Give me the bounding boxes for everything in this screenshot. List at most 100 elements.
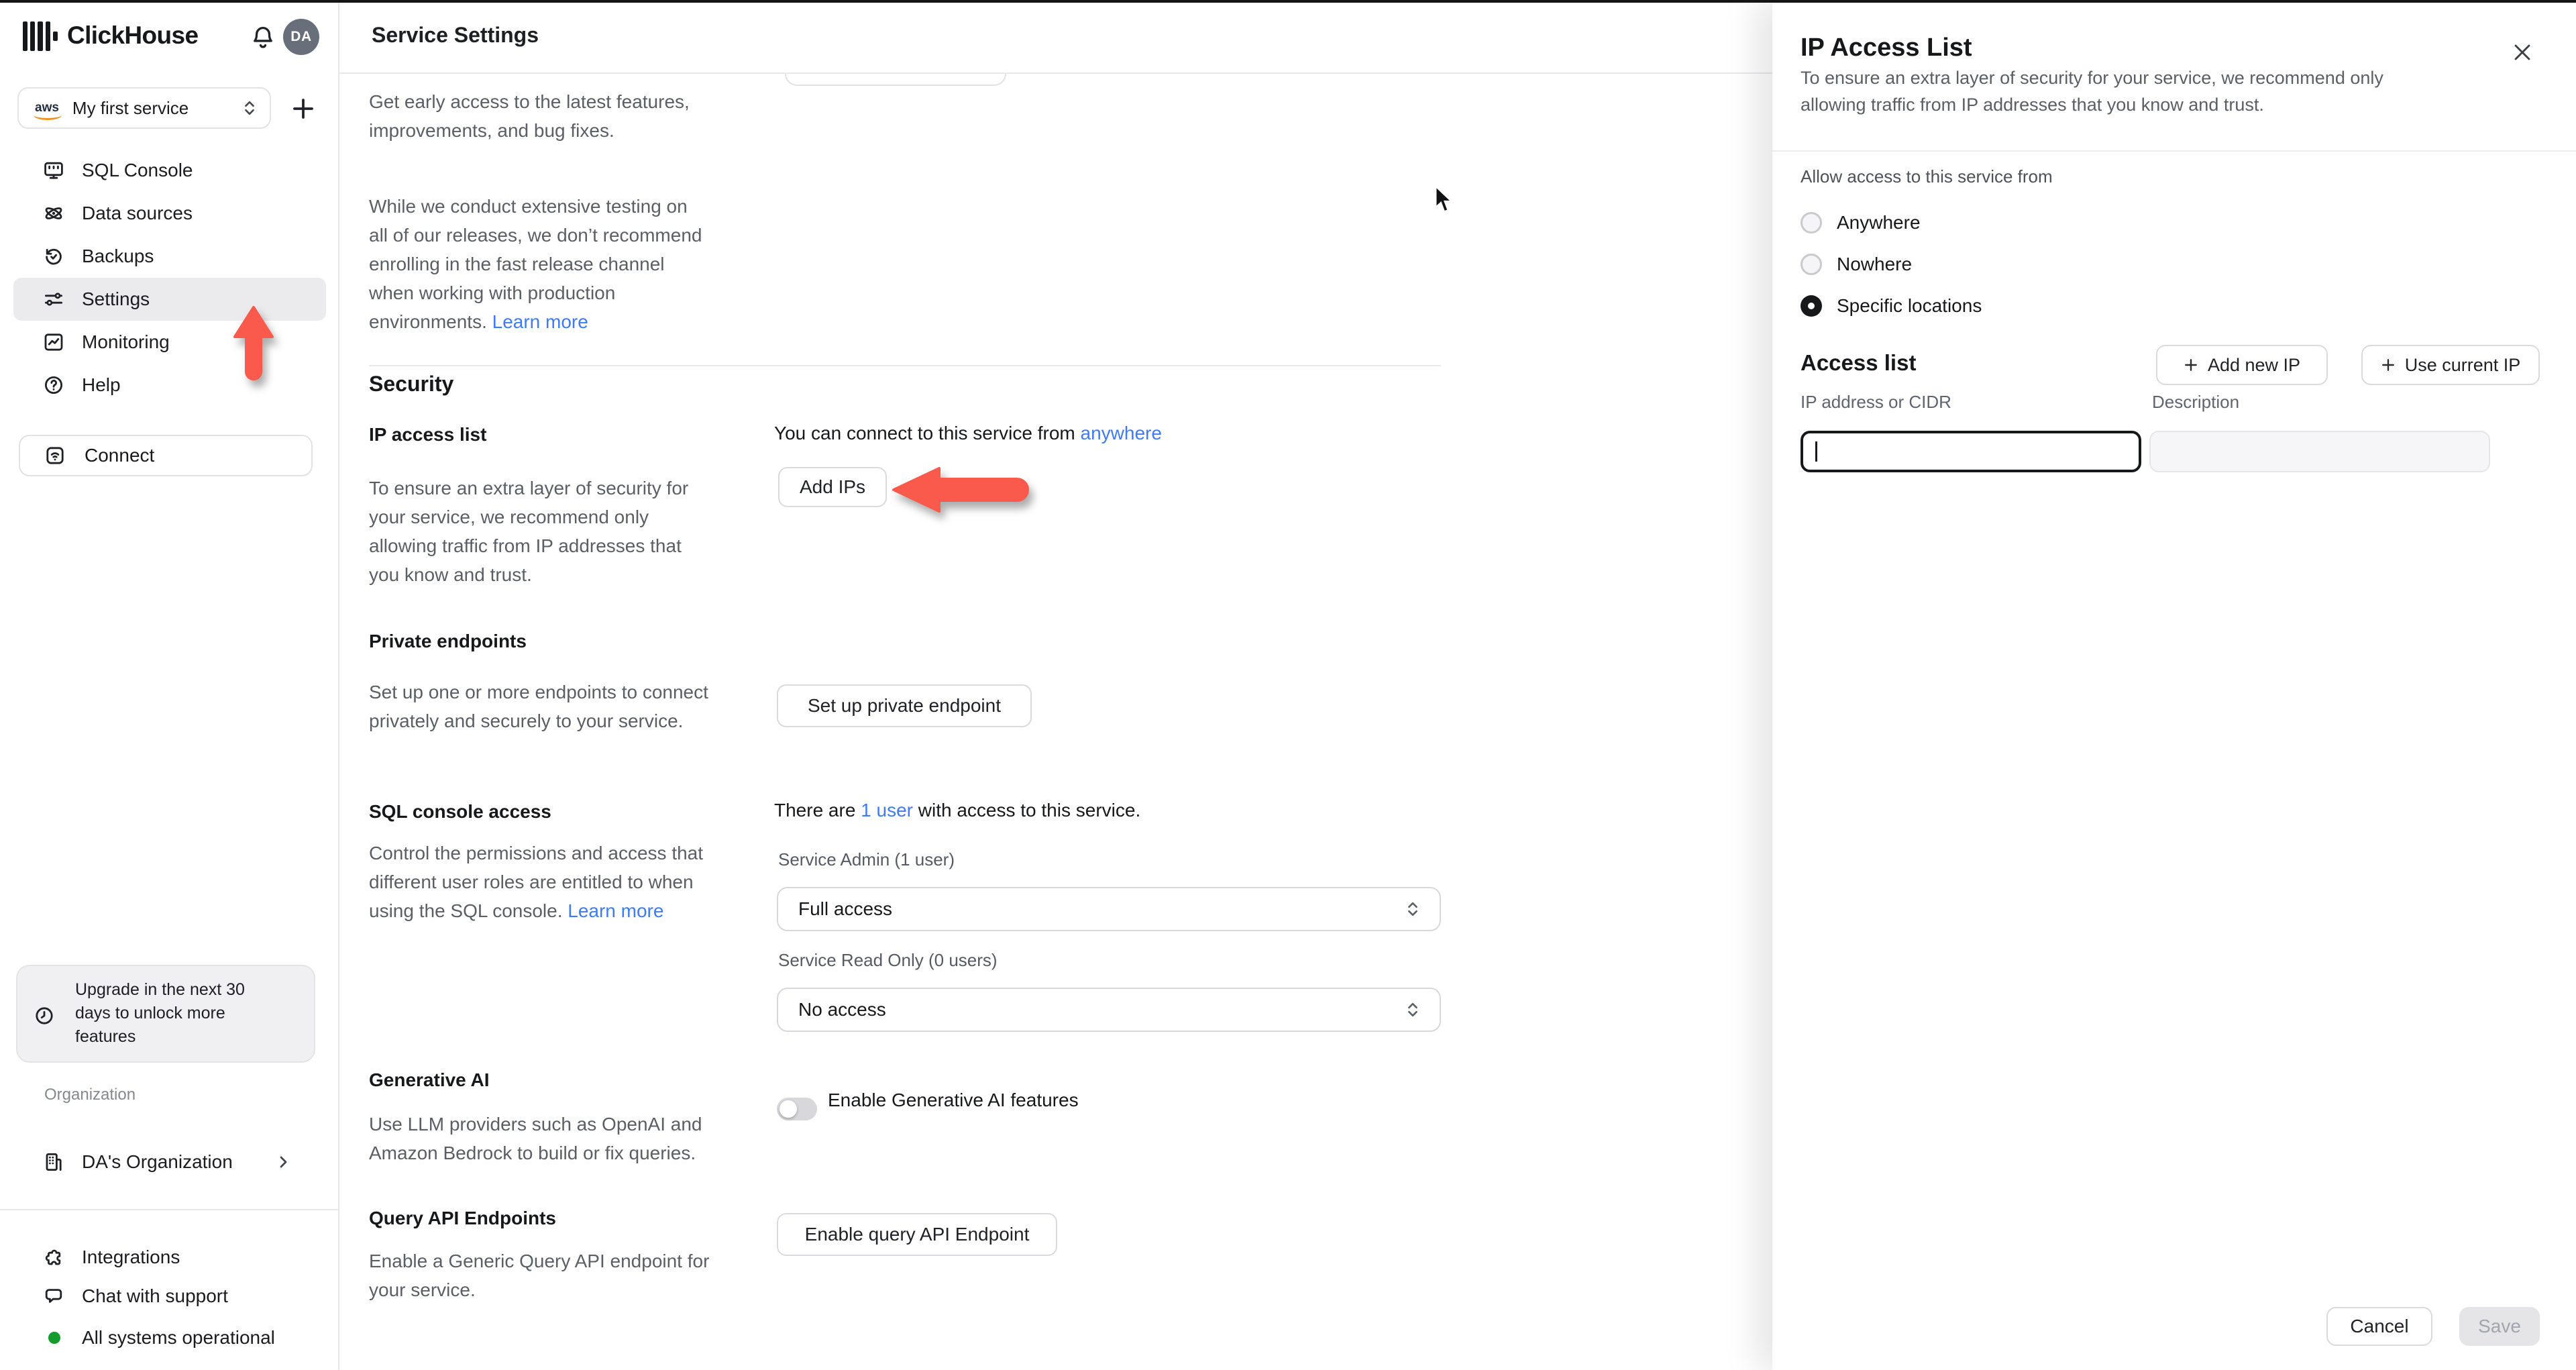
clickhouse-logo-icon [23,21,59,51]
service-readonly-value: No access [798,999,886,1020]
description-label: Description [2152,392,2240,412]
learn-more-link[interactable]: Learn more [568,900,663,921]
page-title: Service Settings [372,23,539,47]
backups-icon [43,246,64,267]
ip-access-status: You can connect to this service from any… [774,423,1162,443]
organization-section-label: Organization [44,1086,136,1104]
service-admin-label: Service Admin (1 user) [778,849,955,870]
sidebar-item-integrations[interactable]: Integrations [13,1236,326,1279]
sidebar-item-label: Data sources [82,203,193,223]
ip-access-list-label: IP access list [369,424,487,445]
upgrade-notice-text: Upgrade in the next 30 days to unlock mo… [75,980,245,1046]
setup-private-endpoint-button[interactable]: Set up private endpoint [777,684,1032,727]
save-button[interactable]: Save [2459,1307,2540,1346]
enable-query-api-button[interactable]: Enable query API Endpoint [777,1213,1057,1256]
chevron-right-icon [275,1154,291,1170]
service-readonly-label: Service Read Only (0 users) [778,950,998,970]
sidebar: ClickHouse DA aws My first service SQL C… [0,0,339,1370]
connect-icon [44,445,66,466]
sql-console-icon [43,160,64,181]
sidebar-item-backups[interactable]: Backups [13,235,326,278]
chevron-updown-icon [245,101,254,115]
service-selector[interactable]: aws My first service [17,87,271,129]
anywhere-link[interactable]: anywhere [1081,423,1162,443]
radio-nowhere[interactable]: Nowhere [1801,252,1912,276]
integrations-label: Integrations [82,1247,180,1267]
help-icon [43,374,64,396]
sidebar-item-label: SQL Console [82,160,193,180]
plus-icon [2185,359,2197,371]
add-new-ip-button[interactable]: Add new IP [2156,345,2328,385]
notifications-button[interactable] [250,24,276,51]
service-admin-value: Full access [798,898,893,919]
sidebar-item-label: Help [82,374,121,395]
add-ips-button[interactable]: Add IPs [778,467,887,507]
puzzle-icon [43,1247,64,1268]
sidebar-item-label: Monitoring [82,331,170,352]
radio-circle-icon [1801,254,1822,275]
radio-specific-locations[interactable]: Specific locations [1801,294,1982,318]
partial-scrolled-select[interactable] [785,74,1006,86]
learn-more-link[interactable]: Learn more [492,311,588,332]
system-status[interactable]: All systems operational [13,1316,326,1359]
connect-label: Connect [85,445,155,466]
service-readonly-select[interactable]: No access [777,988,1441,1032]
generative-ai-toggle-label: Enable Generative AI features [828,1090,1079,1110]
sidebar-item-label: Backups [82,246,154,266]
plus-icon [2381,359,2394,371]
clickhouse-cloud-app: ClickHouse DA aws My first service SQL C… [0,0,2576,1370]
avatar[interactable]: DA [283,19,319,55]
building-icon [43,1151,64,1173]
section-divider [369,365,1441,366]
sidebar-item-data-sources[interactable]: Data sources [13,192,326,235]
ip-address-label: IP address or CIDR [1801,392,1951,412]
add-service-button[interactable] [290,95,317,122]
data-sources-icon [43,203,64,224]
chevron-updown-icon [1406,1002,1419,1018]
access-list-heading: Access list [1801,350,1917,375]
window-top-edge [0,0,2576,3]
close-button[interactable] [2508,38,2537,67]
status-label: All systems operational [82,1327,275,1348]
release-channel-paragraph-2: While we conduct extensive testing on al… [369,196,702,332]
organization-name: DA's Organization [82,1151,233,1172]
chat-support-label: Chat with support [82,1285,228,1306]
sidebar-item-sql-console[interactable]: SQL Console [13,149,326,192]
sql-console-access-label: SQL console access [369,801,551,822]
aws-provider-icon: aws [34,101,62,120]
annotation-arrow-left [892,467,1029,513]
sidebar-divider [0,1209,339,1210]
sidebar-item-settings[interactable]: Settings [13,278,326,321]
service-selector-label: My first service [72,97,189,118]
radio-selected-icon [1801,295,1822,317]
private-endpoints-description: Set up one or more endpoints to connect … [369,682,708,731]
query-api-endpoints-label: Query API Endpoints [369,1208,556,1228]
monitoring-icon [43,331,64,353]
toggle-knob [780,1100,797,1118]
sidebar-item-help[interactable]: Help [13,364,326,407]
service-admin-select[interactable]: Full access [777,887,1441,931]
organization-switcher[interactable]: DA's Organization [13,1141,326,1183]
sql-access-status: There are 1 user with access to this ser… [774,800,1141,821]
radio-anywhere[interactable]: Anywhere [1801,211,1921,235]
cancel-button[interactable]: Cancel [2326,1307,2432,1346]
connect-button[interactable]: Connect [19,435,313,476]
security-heading: Security [369,372,454,396]
description-input[interactable] [2149,431,2490,472]
panel-description: To ensure an extra layer of security for… [1801,68,2383,115]
generative-ai-description: Use LLM providers such as OpenAI and Ama… [369,1114,702,1163]
panel-title: IP Access List [1801,34,1972,62]
settings-icon [43,288,64,310]
ip-address-input[interactable] [1801,431,2141,472]
plus-icon [293,99,313,119]
one-user-link[interactable]: 1 user [861,800,913,821]
generative-ai-toggle[interactable] [777,1098,817,1120]
bell-icon [254,27,272,48]
sidebar-item-chat-support[interactable]: Chat with support [13,1275,326,1318]
use-current-ip-button[interactable]: Use current IP [2361,345,2540,385]
sidebar-item-monitoring[interactable]: Monitoring [13,321,326,364]
allow-access-label: Allow access to this service from [1801,166,2053,187]
ip-access-description: To ensure an extra layer of security for… [369,478,689,585]
private-endpoints-label: Private endpoints [369,631,527,651]
upgrade-notice[interactable]: Upgrade in the next 30 days to unlock mo… [16,965,315,1063]
